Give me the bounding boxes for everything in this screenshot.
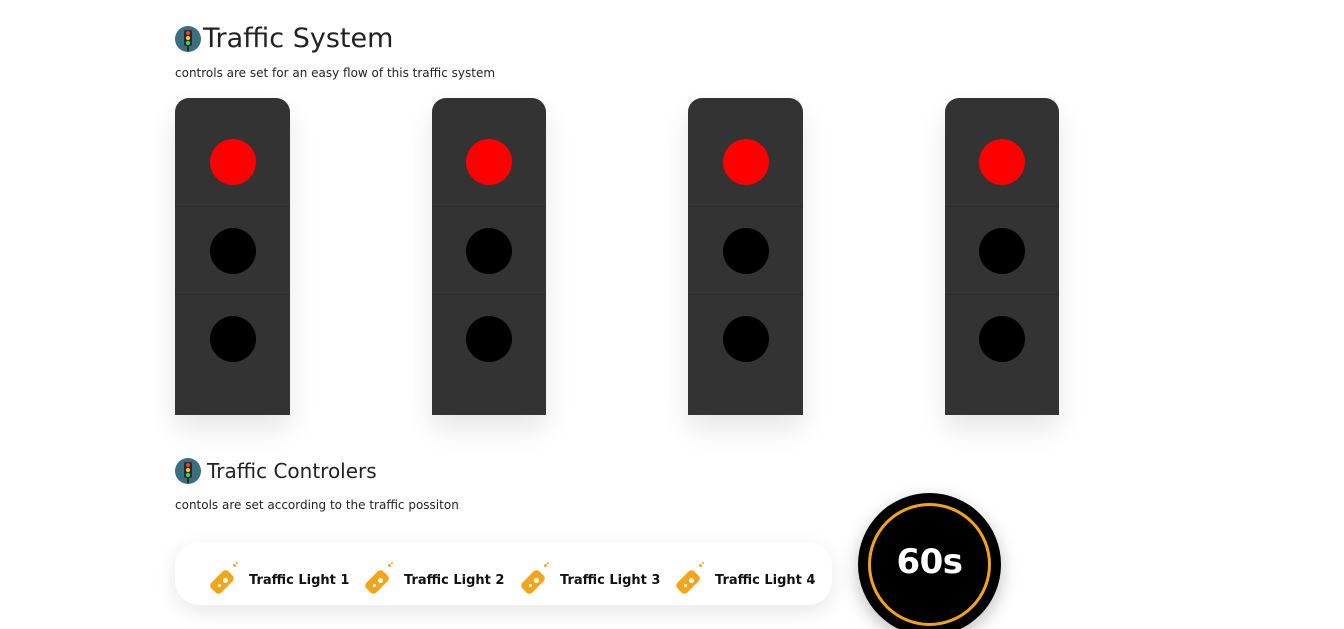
- controllers-header: Traffic Controlers: [175, 457, 377, 485]
- page-header: Traffic System: [175, 22, 393, 56]
- countdown-timer: 60s: [858, 493, 1001, 629]
- control-label: Traffic Light 2: [404, 572, 505, 588]
- timer-value: 60s: [896, 541, 963, 582]
- red-lamp: [466, 139, 512, 185]
- traffic-light-4-button[interactable]: Traffic Light 4: [674, 562, 816, 596]
- traffic-light-1: [175, 98, 290, 415]
- yellow-lamp: [722, 228, 769, 274]
- green-lamp: [466, 316, 512, 362]
- yellow-lamp: [209, 228, 256, 274]
- control-label: Traffic Light 1: [249, 572, 350, 588]
- remote-control-icon: [363, 562, 396, 596]
- yellow-lamp: [979, 228, 1025, 274]
- remote-control-icon: [519, 562, 552, 596]
- remote-control-icon: [208, 562, 241, 596]
- green-lamp: [722, 316, 769, 362]
- traffic-light-1-button[interactable]: Traffic Light 1: [208, 562, 350, 596]
- traffic-light-icon: [175, 26, 201, 52]
- controls-bar: Traffic Light 1 Traffic Light 2 Traffic …: [175, 542, 832, 605]
- traffic-light-2-button[interactable]: Traffic Light 2: [363, 562, 505, 596]
- controllers-subtitle: contols are set according to the traffic…: [175, 498, 459, 512]
- page: Traffic System controls are set for an e…: [0, 0, 1344, 629]
- page-title: Traffic System: [203, 23, 394, 54]
- controllers-title: Traffic Controlers: [207, 459, 377, 483]
- traffic-light-4: [945, 98, 1059, 415]
- traffic-lights-row: [0, 98, 1344, 415]
- traffic-light-3-button[interactable]: Traffic Light 3: [519, 562, 661, 596]
- red-lamp: [979, 139, 1025, 185]
- traffic-light-icon: [175, 458, 201, 484]
- control-label: Traffic Light 3: [560, 572, 661, 588]
- timer-ring: 60s: [868, 503, 991, 626]
- green-lamp: [979, 316, 1025, 362]
- traffic-light-3: [688, 98, 803, 415]
- red-lamp: [722, 139, 769, 185]
- traffic-light-2: [432, 98, 546, 415]
- red-lamp: [209, 139, 256, 185]
- page-subtitle: controls are set for an easy flow of thi…: [175, 66, 496, 80]
- yellow-lamp: [466, 228, 512, 274]
- remote-control-icon: [674, 562, 707, 596]
- green-lamp: [209, 316, 256, 362]
- control-label: Traffic Light 4: [715, 572, 816, 588]
